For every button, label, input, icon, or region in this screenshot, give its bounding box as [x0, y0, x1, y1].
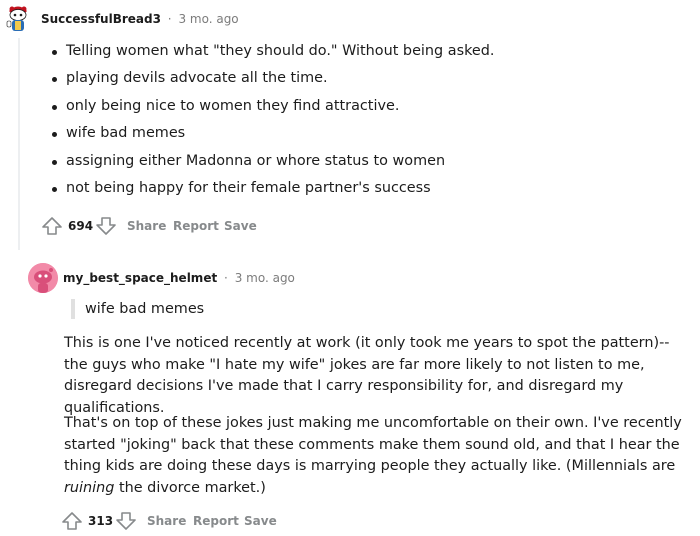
pink-snoo-avatar-icon[interactable]	[28, 263, 58, 293]
save-button[interactable]: Save	[244, 511, 277, 531]
list-item: wife bad memes	[48, 120, 494, 147]
emphasis-text: ruining	[64, 479, 115, 496]
author-name[interactable]: SuccessfulBread3	[41, 12, 161, 26]
list-item: playing devils advocate all the time.	[48, 65, 494, 92]
upvote-arrow-icon[interactable]	[41, 216, 63, 236]
blockquote: wife bad memes	[71, 299, 204, 319]
comment-meta: SuccessfulBread3 · 3 mo. ago	[41, 11, 239, 27]
bullet-list: Telling women what "they should do." Wit…	[48, 38, 494, 202]
downvote-arrow-icon[interactable]	[95, 216, 117, 236]
meta-separator: ·	[224, 271, 228, 285]
vote-count: 694	[68, 219, 94, 233]
vote-count: 313	[88, 514, 114, 528]
share-button[interactable]: Share	[147, 511, 186, 531]
comment: my_best_space_helmet · 3 mo. ago wife ba…	[0, 255, 700, 536]
report-button[interactable]: Report	[193, 511, 239, 531]
paragraph-text: the divorce market.)	[114, 479, 266, 496]
list-item: only being nice to women they find attra…	[48, 93, 494, 120]
comment-paragraph: That's on top of these jokes just making…	[64, 413, 694, 499]
list-item: Telling women what "they should do." Wit…	[48, 38, 494, 65]
share-button[interactable]: Share	[127, 216, 166, 236]
author-name[interactable]: my_best_space_helmet	[63, 271, 217, 285]
list-item: not being happy for their female partner…	[48, 175, 494, 202]
upvote-arrow-icon[interactable]	[61, 511, 83, 531]
comment-meta: my_best_space_helmet · 3 mo. ago	[63, 270, 295, 286]
downvote-arrow-icon[interactable]	[115, 511, 137, 531]
snoo-avatar-icon[interactable]	[3, 3, 33, 33]
comment-paragraph: This is one I've noticed recently at wor…	[64, 335, 670, 416]
meta-separator: ·	[167, 12, 172, 26]
timestamp[interactable]: 3 mo. ago	[235, 271, 295, 285]
report-button[interactable]: Report	[173, 216, 219, 236]
paragraph-text: That's on top of these jokes just making…	[64, 415, 682, 475]
comment: SuccessfulBread3 · 3 mo. ago Telling wom…	[0, 0, 700, 250]
save-button[interactable]: Save	[224, 216, 257, 236]
list-item: assigning either Madonna or whore status…	[48, 148, 494, 175]
timestamp[interactable]: 3 mo. ago	[178, 12, 238, 26]
thread-line[interactable]	[18, 38, 20, 250]
